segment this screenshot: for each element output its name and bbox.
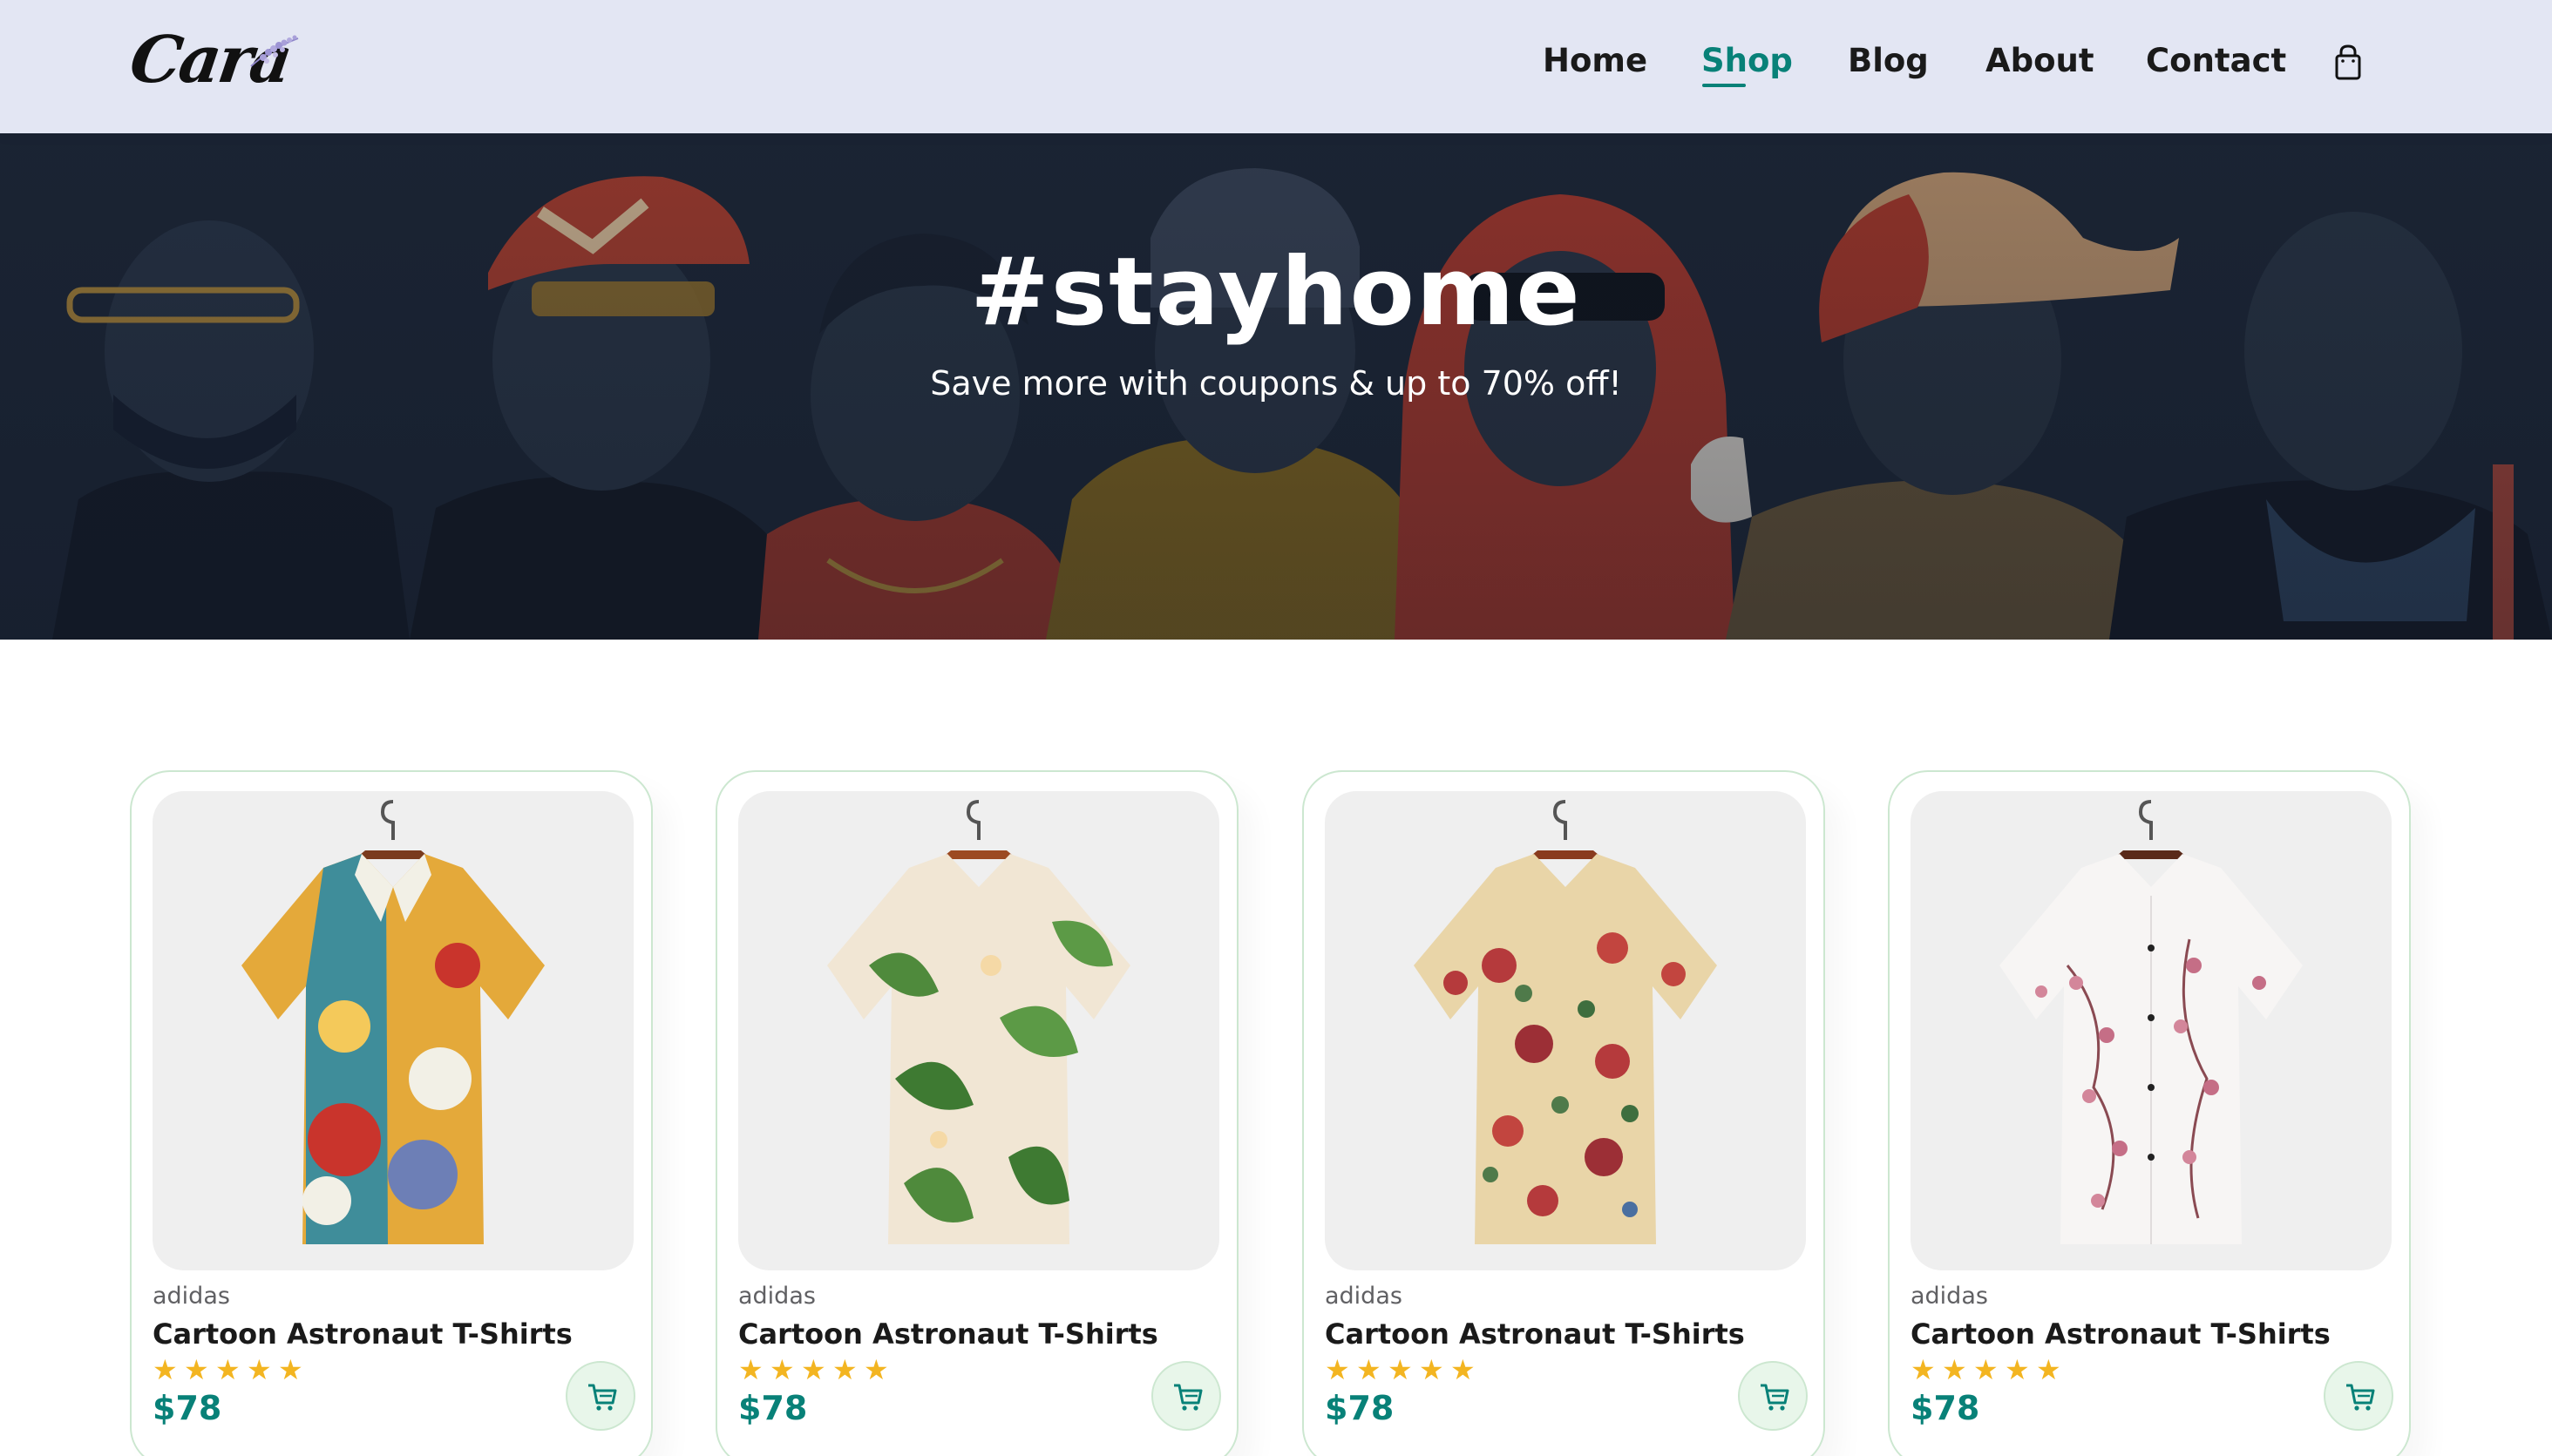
star-icon: ★ bbox=[864, 1353, 889, 1386]
nav-home[interactable]: Home bbox=[1543, 35, 1647, 87]
hero-subtitle: Save more with coupons & up to 70% off! bbox=[930, 364, 1622, 403]
lavender-sprig-icon bbox=[250, 35, 299, 67]
star-icon: ★ bbox=[2005, 1353, 2030, 1386]
active-nav-underline bbox=[1702, 84, 1746, 87]
product-card[interactable]: adidas Cartoon Astronaut T-Shirts ★ ★ ★ … bbox=[1888, 770, 2411, 1456]
star-icon: ★ bbox=[1973, 1353, 1999, 1386]
star-icon: ★ bbox=[153, 1353, 178, 1386]
product-price: $78 bbox=[153, 1389, 222, 1427]
product-name[interactable]: Cartoon Astronaut T-Shirts bbox=[153, 1317, 573, 1351]
site-header: Cara Home Shop Blog About Contact bbox=[0, 0, 2552, 133]
star-icon: ★ bbox=[770, 1353, 795, 1386]
star-icon: ★ bbox=[215, 1353, 241, 1386]
nav-about[interactable]: About bbox=[1985, 35, 2094, 87]
add-to-cart-button[interactable] bbox=[566, 1361, 635, 1431]
star-icon: ★ bbox=[1325, 1353, 1350, 1386]
nav-blog[interactable]: Blog bbox=[1848, 35, 1929, 87]
product-brand: adidas bbox=[153, 1283, 230, 1310]
star-icon: ★ bbox=[278, 1353, 303, 1386]
add-to-cart-button[interactable] bbox=[2324, 1361, 2393, 1431]
product-price: $78 bbox=[1325, 1389, 1395, 1427]
product-brand: adidas bbox=[738, 1283, 816, 1310]
star-icon: ★ bbox=[1911, 1353, 1936, 1386]
star-icon: ★ bbox=[738, 1353, 764, 1386]
add-to-cart-button[interactable] bbox=[1151, 1361, 1221, 1431]
product-card[interactable]: adidas Cartoon Astronaut T-Shirts ★ ★ ★ … bbox=[1302, 770, 1825, 1456]
cart-icon bbox=[2346, 1384, 2375, 1411]
star-icon: ★ bbox=[1356, 1353, 1381, 1386]
product-grid: adidas Cartoon Astronaut T-Shirts ★ ★ ★ … bbox=[0, 640, 2552, 1456]
cart-icon bbox=[588, 1384, 617, 1411]
product-name[interactable]: Cartoon Astronaut T-Shirts bbox=[1911, 1317, 2331, 1351]
product-image-shirt-white-cherry-blossom[interactable] bbox=[1911, 791, 2392, 1270]
cart-icon bbox=[1174, 1384, 1203, 1411]
product-name[interactable]: Cartoon Astronaut T-Shirts bbox=[738, 1317, 1158, 1351]
hero-title: #stayhome bbox=[970, 238, 1582, 347]
product-brand: adidas bbox=[1325, 1283, 1402, 1310]
cara-logo[interactable]: Cara bbox=[126, 23, 305, 101]
product-card[interactable]: adidas Cartoon Astronaut T-Shirts ★ ★ ★ … bbox=[130, 770, 653, 1456]
star-icon: ★ bbox=[1942, 1353, 1967, 1386]
star-icon: ★ bbox=[1419, 1353, 1444, 1386]
product-price: $78 bbox=[738, 1389, 808, 1427]
add-to-cart-button[interactable] bbox=[1738, 1361, 1808, 1431]
nav-shop[interactable]: Shop bbox=[1701, 35, 1793, 87]
product-name[interactable]: Cartoon Astronaut T-Shirts bbox=[1325, 1317, 1745, 1351]
product-image-shirt-green-leaf-floral[interactable] bbox=[738, 791, 1219, 1270]
star-icon: ★ bbox=[184, 1353, 209, 1386]
star-icon: ★ bbox=[2036, 1353, 2061, 1386]
star-icon: ★ bbox=[801, 1353, 826, 1386]
shopping-bag-icon[interactable] bbox=[2331, 44, 2365, 82]
hero-banner: #stayhome Save more with coupons & up to… bbox=[0, 133, 2552, 640]
cart-icon bbox=[1761, 1384, 1789, 1411]
product-card[interactable]: adidas Cartoon Astronaut T-Shirts ★ ★ ★ … bbox=[716, 770, 1239, 1456]
product-image-shirt-beige-rose-floral[interactable] bbox=[1325, 791, 1806, 1270]
nav-contact[interactable]: Contact bbox=[2146, 35, 2286, 87]
product-image-shirt-colorful-abstract[interactable] bbox=[153, 791, 634, 1270]
product-price: $78 bbox=[1911, 1389, 1980, 1427]
star-icon: ★ bbox=[247, 1353, 272, 1386]
star-icon: ★ bbox=[832, 1353, 858, 1386]
star-icon: ★ bbox=[1388, 1353, 1413, 1386]
product-brand: adidas bbox=[1911, 1283, 1988, 1310]
star-icon: ★ bbox=[1450, 1353, 1476, 1386]
